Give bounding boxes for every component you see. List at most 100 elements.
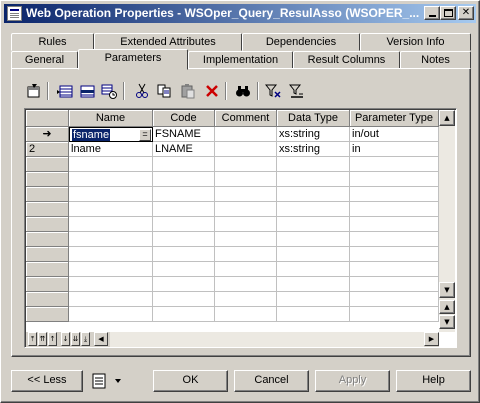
parameter-type-cell[interactable]: in bbox=[350, 142, 439, 157]
row-header[interactable] bbox=[26, 217, 69, 232]
column-header-data-type[interactable]: Data Type bbox=[277, 110, 350, 127]
row-header[interactable] bbox=[26, 262, 69, 277]
name-cell[interactable]: lname bbox=[69, 142, 153, 157]
delete-icon[interactable] bbox=[203, 82, 221, 100]
comment-cell[interactable] bbox=[215, 142, 277, 157]
empty-cell[interactable] bbox=[277, 247, 350, 262]
comment-cell[interactable] bbox=[215, 127, 277, 142]
empty-cell[interactable] bbox=[69, 187, 153, 202]
less-button[interactable]: << Less bbox=[11, 370, 83, 392]
help-button[interactable]: Help bbox=[396, 370, 471, 392]
row-header[interactable] bbox=[26, 247, 69, 262]
empty-cell[interactable] bbox=[215, 277, 277, 292]
horizontal-scroll-track[interactable] bbox=[110, 332, 424, 347]
empty-cell[interactable] bbox=[153, 307, 215, 322]
column-header-parameter-type[interactable]: Parameter Type bbox=[350, 110, 439, 127]
name-cell-value[interactable]: fsname bbox=[72, 129, 111, 141]
maximize-button[interactable] bbox=[440, 6, 456, 20]
empty-cell[interactable] bbox=[277, 202, 350, 217]
empty-cell[interactable] bbox=[69, 292, 153, 307]
empty-cell[interactable] bbox=[153, 157, 215, 172]
row-header[interactable]: 2 bbox=[26, 142, 69, 157]
empty-cell[interactable] bbox=[350, 157, 439, 172]
empty-cell[interactable] bbox=[69, 277, 153, 292]
empty-cell[interactable] bbox=[350, 172, 439, 187]
empty-cell[interactable] bbox=[69, 172, 153, 187]
empty-cell[interactable] bbox=[69, 157, 153, 172]
scroll-up-button[interactable]: ▲ bbox=[439, 110, 455, 126]
empty-cell[interactable] bbox=[277, 217, 350, 232]
empty-cell[interactable] bbox=[69, 232, 153, 247]
grid-corner-header[interactable] bbox=[26, 110, 69, 127]
empty-cell[interactable] bbox=[215, 292, 277, 307]
empty-cell[interactable] bbox=[69, 247, 153, 262]
empty-cell[interactable] bbox=[277, 277, 350, 292]
cancel-button[interactable]: Cancel bbox=[234, 370, 309, 392]
empty-cell[interactable] bbox=[215, 247, 277, 262]
data-type-cell[interactable]: xs:string bbox=[277, 142, 350, 157]
row-header[interactable] bbox=[26, 292, 69, 307]
row-header[interactable] bbox=[26, 187, 69, 202]
tab-dependencies[interactable]: Dependencies bbox=[242, 33, 360, 51]
row-header[interactable] bbox=[26, 307, 69, 322]
tab-notes[interactable]: Notes bbox=[400, 51, 471, 69]
empty-cell[interactable] bbox=[277, 307, 350, 322]
empty-cell[interactable] bbox=[153, 277, 215, 292]
column-header-name[interactable]: Name bbox=[69, 110, 153, 127]
empty-cell[interactable] bbox=[153, 187, 215, 202]
move-bottom-button[interactable]: ⤓ bbox=[81, 332, 90, 346]
find-icon[interactable] bbox=[234, 82, 252, 100]
scroll-right-button[interactable]: ▶ bbox=[424, 332, 439, 346]
empty-cell[interactable] bbox=[277, 262, 350, 277]
name-cell-editing[interactable]: fsname = bbox=[69, 127, 153, 142]
move-row-down-button[interactable]: ↓ bbox=[61, 332, 70, 346]
clear-filter-icon[interactable] bbox=[288, 82, 306, 100]
empty-cell[interactable] bbox=[350, 217, 439, 232]
tab-general[interactable]: General bbox=[11, 51, 78, 69]
empty-cell[interactable] bbox=[215, 262, 277, 277]
column-header-comment[interactable]: Comment bbox=[215, 110, 277, 127]
empty-cell[interactable] bbox=[69, 217, 153, 232]
apply-button[interactable]: Apply bbox=[315, 370, 390, 392]
empty-cell[interactable] bbox=[277, 157, 350, 172]
empty-cell[interactable] bbox=[215, 232, 277, 247]
empty-cell[interactable] bbox=[350, 262, 439, 277]
code-cell[interactable]: FSNAME bbox=[153, 127, 215, 142]
empty-cell[interactable] bbox=[153, 292, 215, 307]
empty-cell[interactable] bbox=[277, 232, 350, 247]
row-header[interactable] bbox=[26, 277, 69, 292]
filter-icon[interactable] bbox=[264, 82, 282, 100]
move-row-up-button[interactable]: ↑ bbox=[48, 332, 57, 346]
ellipsis-button[interactable]: = bbox=[139, 129, 151, 141]
code-cell[interactable]: LNAME bbox=[153, 142, 215, 157]
row-header[interactable] bbox=[26, 172, 69, 187]
copy-icon[interactable] bbox=[155, 82, 173, 100]
empty-cell[interactable] bbox=[277, 172, 350, 187]
insert-row-icon[interactable] bbox=[78, 82, 96, 100]
empty-cell[interactable] bbox=[277, 187, 350, 202]
empty-cell[interactable] bbox=[153, 202, 215, 217]
empty-cell[interactable] bbox=[69, 262, 153, 277]
data-type-cell[interactable]: xs:string bbox=[277, 127, 350, 142]
vertical-scrollbar[interactable]: ▲ ▼ ▲ ▼ bbox=[439, 110, 455, 332]
properties-icon[interactable] bbox=[25, 82, 43, 100]
minimize-button[interactable] bbox=[424, 6, 440, 20]
move-down-button[interactable]: ▼ bbox=[439, 315, 455, 329]
empty-cell[interactable] bbox=[350, 232, 439, 247]
tab-parameters[interactable]: Parameters bbox=[78, 49, 188, 70]
empty-cell[interactable] bbox=[69, 202, 153, 217]
cut-icon[interactable] bbox=[133, 82, 151, 100]
empty-cell[interactable] bbox=[215, 187, 277, 202]
empty-cell[interactable] bbox=[215, 202, 277, 217]
empty-cell[interactable] bbox=[69, 307, 153, 322]
empty-cell[interactable] bbox=[350, 307, 439, 322]
row-header[interactable] bbox=[26, 157, 69, 172]
empty-cell[interactable] bbox=[350, 277, 439, 292]
empty-cell[interactable] bbox=[153, 172, 215, 187]
scroll-left-button[interactable]: ◀ bbox=[94, 332, 108, 346]
row-header[interactable] bbox=[26, 202, 69, 217]
empty-cell[interactable] bbox=[350, 247, 439, 262]
column-header-code[interactable]: Code bbox=[153, 110, 215, 127]
empty-cell[interactable] bbox=[215, 217, 277, 232]
empty-cell[interactable] bbox=[215, 307, 277, 322]
